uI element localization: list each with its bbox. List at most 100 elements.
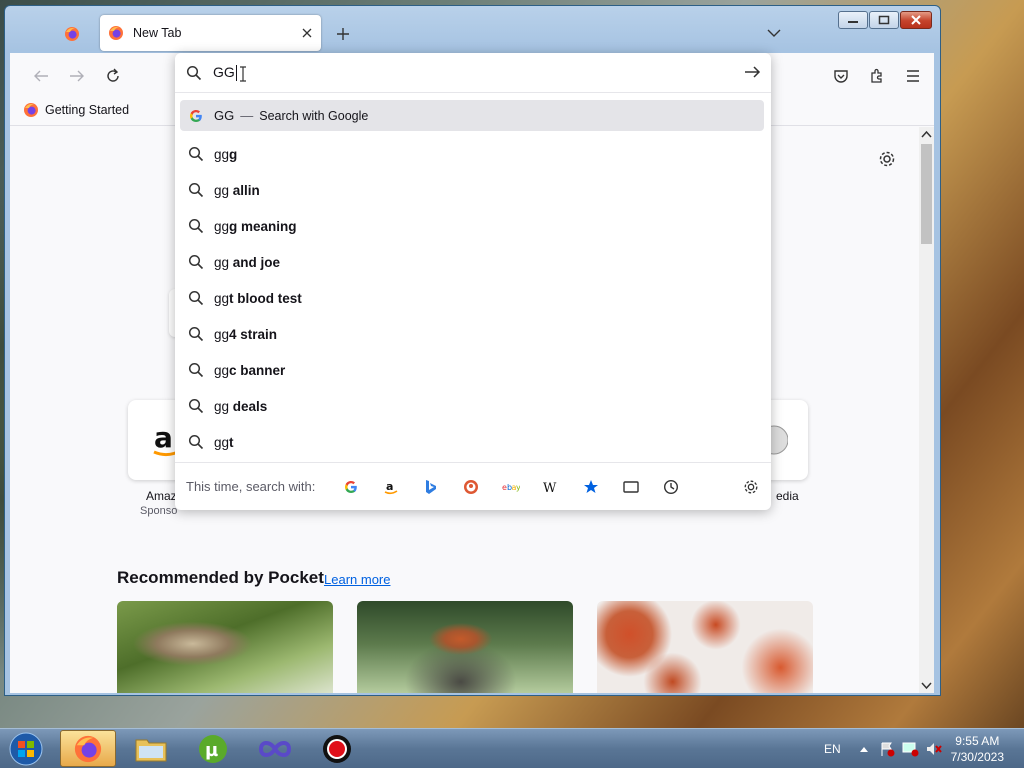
suggestion-search-google[interactable]: GG — Search with Google: [180, 100, 764, 131]
action-center-flag-icon[interactable]: [879, 741, 895, 757]
suggestion-completion: deals: [229, 398, 268, 414]
suggestion-item[interactable]: gg allin: [180, 172, 764, 208]
scroll-down-icon[interactable]: [921, 682, 932, 690]
suggestion-item[interactable]: gg c banner: [180, 352, 764, 388]
shortcut-sponsored-label: Sponso: [140, 505, 178, 517]
maximize-button[interactable]: [869, 11, 899, 29]
firefox-icon: [109, 26, 123, 40]
search-icon: [186, 65, 202, 80]
clock-time: 9:55 AM: [955, 734, 1000, 748]
taskbar-firefox[interactable]: [60, 730, 116, 767]
search-settings-button[interactable]: [743, 479, 759, 498]
plus-icon: [337, 28, 349, 40]
suggestion-item[interactable]: gg 4 strain: [180, 316, 764, 352]
suggestion-item[interactable]: gg g: [180, 136, 764, 172]
firefox-icon: [65, 27, 79, 41]
pocket-card-woman[interactable]: [357, 601, 573, 693]
pocket-icon: [834, 70, 848, 83]
engine-google-button[interactable]: [331, 474, 371, 500]
search-icon: [188, 218, 204, 234]
search-bookmarks-button[interactable]: [571, 474, 611, 500]
hamburger-icon: [907, 70, 919, 82]
url-input-row[interactable]: GG: [175, 53, 771, 93]
svg-text:a: a: [386, 480, 393, 493]
pocket-heading: Recommended by Pocket: [117, 568, 324, 587]
scrollbar-thumb[interactable]: [921, 144, 932, 244]
one-off-label: This time, search with:: [186, 479, 316, 494]
suggestion-item[interactable]: gg t blood test: [180, 280, 764, 316]
infinity-icon: [258, 740, 292, 757]
customize-button[interactable]: [878, 150, 896, 171]
bookmarks-icon: [584, 479, 599, 493]
suggestion-item[interactable]: gg and joe: [180, 244, 764, 280]
search-icon: [188, 362, 204, 378]
pocket-card-rambutan[interactable]: [597, 601, 813, 693]
suggestion-typed: gg: [214, 398, 230, 414]
start-button[interactable]: [6, 730, 46, 768]
suggestion-completion: 4 strain: [229, 326, 278, 342]
taskbar: µ EN 9:55 AM 7/30/2023: [0, 728, 1024, 768]
google-icon: [345, 480, 358, 493]
clock[interactable]: 9:55 AM 7/30/2023: [951, 733, 1004, 765]
close-icon: [911, 15, 921, 25]
gear-icon: [744, 480, 758, 494]
firefox-icon: [24, 103, 38, 117]
suggestion-completion: c banner: [229, 362, 286, 378]
folder-icon: [135, 739, 167, 761]
extensions-button[interactable]: [864, 63, 890, 89]
network-icon[interactable]: [901, 741, 919, 757]
engine-ebay-button[interactable]: ebay: [491, 474, 531, 500]
pocket-learn-more-link[interactable]: Learn more: [324, 572, 390, 587]
pocket-card-owl[interactable]: [117, 601, 333, 693]
pocket-button[interactable]: [828, 63, 854, 89]
firefox-icon: [74, 735, 102, 762]
forward-button[interactable]: [64, 63, 90, 89]
bookmark-getting-started[interactable]: Getting Started: [23, 102, 129, 118]
utorrent-icon: µ: [199, 734, 227, 763]
search-icon: [188, 146, 204, 162]
url-input[interactable]: GG: [213, 64, 760, 82]
list-all-tabs-button[interactable]: [763, 22, 785, 44]
new-tab-button[interactable]: [331, 22, 355, 46]
search-tabs-button[interactable]: [611, 474, 651, 500]
search-history-button[interactable]: [651, 474, 691, 500]
show-hidden-icons-icon[interactable]: [859, 745, 869, 753]
back-button[interactable]: [28, 63, 54, 89]
arrow-right-icon: [70, 70, 84, 82]
close-tab-icon[interactable]: [301, 27, 313, 39]
suggestion-item[interactable]: gg g meaning: [180, 208, 764, 244]
taskbar-utorrent[interactable]: µ: [185, 730, 241, 767]
shortcut-label-amazon: Amaz: [146, 489, 177, 503]
minimize-button[interactable]: [838, 11, 868, 29]
pinned-tab-firefox[interactable]: [59, 22, 85, 46]
suggestion-completion: allin: [229, 182, 260, 198]
scroll-up-icon[interactable]: [921, 130, 932, 138]
volume-icon[interactable]: [925, 741, 943, 757]
engine-amazon-button[interactable]: a: [371, 474, 411, 500]
menu-button[interactable]: [900, 63, 926, 89]
taskbar-recorder[interactable]: [309, 730, 365, 767]
go-arrow-icon[interactable]: [743, 64, 761, 80]
window-controls: [838, 11, 932, 29]
suggestion-completion: t: [229, 434, 234, 450]
search-icon: [188, 398, 204, 414]
suggestion-typed: gg: [214, 146, 230, 162]
suggestion-item[interactable]: gg deals: [180, 388, 764, 424]
taskbar-infinity-app[interactable]: [247, 730, 303, 767]
taskbar-explorer[interactable]: [123, 730, 179, 767]
engine-duckduckgo-button[interactable]: [451, 474, 491, 500]
suggestion-item[interactable]: gg t: [180, 424, 764, 460]
suggestion-typed: gg: [214, 290, 230, 306]
windows-start-icon: [9, 732, 43, 766]
ebay-icon: ebay: [502, 483, 520, 492]
close-window-button[interactable]: [900, 11, 932, 29]
tab-new-tab[interactable]: New Tab: [100, 15, 321, 51]
engine-bing-button[interactable]: [411, 474, 451, 500]
history-icon: [664, 479, 679, 494]
page-scrollbar[interactable]: [919, 127, 934, 693]
language-indicator[interactable]: EN: [824, 742, 841, 756]
engine-wikipedia-button[interactable]: W: [531, 474, 571, 500]
duckduckgo-icon: [464, 479, 479, 494]
urlbar-dropdown: GG GG — Search with Google gg g gg allin …: [175, 53, 771, 510]
reload-button[interactable]: [100, 63, 126, 89]
